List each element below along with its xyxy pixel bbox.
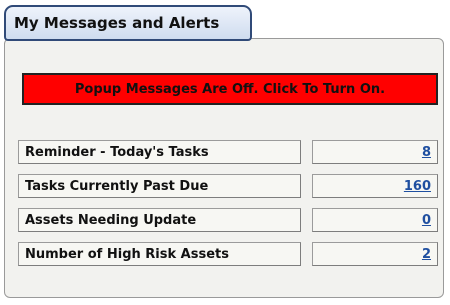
table-row: Number of High Risk Assets 2 (18, 242, 438, 266)
table-row: Assets Needing Update 0 (18, 208, 438, 232)
row-value-cell: 8 (312, 140, 438, 164)
messages-alerts-tab[interactable]: My Messages and Alerts (4, 5, 252, 41)
row-value-cell: 2 (312, 242, 438, 266)
row-label-high-risk-assets: Number of High Risk Assets (18, 242, 301, 266)
row-label-assets-needing-update: Assets Needing Update (18, 208, 301, 232)
row-label-todays-tasks: Reminder - Today's Tasks (18, 140, 301, 164)
row-label-text: Tasks Currently Past Due (25, 178, 209, 194)
row-label-text: Number of High Risk Assets (25, 246, 229, 262)
assets-needing-update-count-link[interactable]: 0 (422, 213, 431, 228)
row-label-past-due: Tasks Currently Past Due (18, 174, 301, 198)
row-value-cell: 0 (312, 208, 438, 232)
row-label-text: Assets Needing Update (25, 212, 197, 228)
row-value-cell: 160 (312, 174, 438, 198)
table-row: Tasks Currently Past Due 160 (18, 174, 438, 198)
table-row: Reminder - Today's Tasks 8 (18, 140, 438, 164)
popup-messages-toggle-banner[interactable]: Popup Messages Are Off. Click To Turn On… (22, 73, 438, 105)
high-risk-assets-count-link[interactable]: 2 (422, 247, 431, 262)
row-label-text: Reminder - Today's Tasks (25, 144, 209, 160)
popup-messages-toggle-text: Popup Messages Are Off. Click To Turn On… (74, 81, 386, 97)
todays-tasks-count-link[interactable]: 8 (422, 145, 431, 160)
past-due-count-link[interactable]: 160 (404, 179, 431, 194)
tab-title: My Messages and Alerts (14, 14, 220, 32)
